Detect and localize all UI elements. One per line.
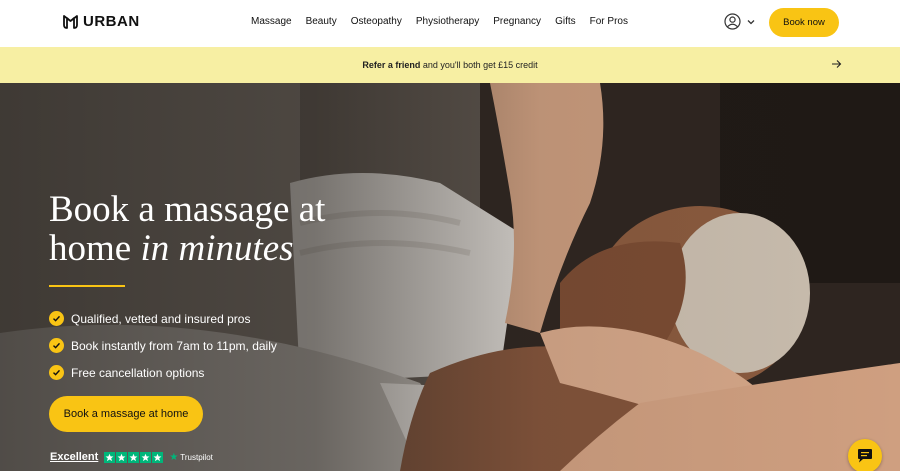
nav-item-beauty[interactable]: Beauty — [306, 16, 337, 27]
check-icon — [49, 311, 64, 326]
trustpilot-rating[interactable]: Excellent ★ Trustpilot — [50, 451, 213, 463]
referral-banner-text: Refer a friend and you'll both get £15 c… — [0, 60, 900, 70]
main-nav: Massage Beauty Osteopathy Physiotherapy … — [251, 16, 628, 27]
nav-item-physiotherapy[interactable]: Physiotherapy — [416, 16, 479, 27]
rating-stars — [104, 451, 164, 463]
trustpilot-text: Trustpilot — [180, 452, 213, 462]
logo-text: URBAN — [83, 13, 140, 30]
site-header: URBAN Massage Beauty Osteopathy Physioth… — [0, 0, 900, 47]
list-item: Free cancellation options — [49, 359, 277, 386]
star-icon — [152, 451, 164, 463]
hero-divider — [49, 285, 125, 287]
nav-item-osteopathy[interactable]: Osteopathy — [351, 16, 402, 27]
feature-list: Qualified, vetted and insured pros Book … — [49, 305, 277, 386]
referral-banner-bold: Refer a friend — [362, 60, 421, 70]
star-icon — [140, 451, 152, 463]
book-massage-button[interactable]: Book a massage at home — [49, 396, 203, 432]
referral-banner-rest: and you'll both get £15 credit — [420, 60, 538, 70]
check-icon — [49, 365, 64, 380]
referral-banner[interactable]: Refer a friend and you'll both get £15 c… — [0, 47, 900, 83]
nav-item-for-pros[interactable]: For Pros — [590, 16, 628, 27]
star-icon — [104, 451, 116, 463]
logo[interactable]: URBAN — [62, 13, 140, 30]
urban-logo-icon — [63, 15, 78, 29]
star-icon — [128, 451, 140, 463]
nav-item-gifts[interactable]: Gifts — [555, 16, 576, 27]
account-menu[interactable] — [724, 13, 755, 30]
feature-text: Free cancellation options — [71, 365, 205, 380]
book-now-button[interactable]: Book now — [769, 8, 839, 37]
nav-item-massage[interactable]: Massage — [251, 16, 292, 27]
chevron-down-icon — [747, 19, 755, 24]
hero-title: Book a massage at home in minutes — [49, 190, 325, 268]
list-item: Book instantly from 7am to 11pm, daily — [49, 332, 277, 359]
hero-title-line-2: home in minutes — [49, 229, 325, 268]
hero-title-italic: in minutes — [140, 228, 294, 269]
trustpilot-logo: ★ Trustpilot — [169, 452, 213, 463]
chat-icon — [858, 449, 872, 463]
check-icon — [49, 338, 64, 353]
hero-title-line-1: Book a massage at — [49, 189, 326, 230]
user-circle-icon — [724, 13, 741, 30]
feature-text: Book instantly from 7am to 11pm, daily — [71, 338, 277, 353]
arrow-right-icon[interactable] — [831, 59, 842, 69]
hero-title-plain: home — [49, 228, 141, 269]
rating-label: Excellent — [50, 451, 99, 463]
trustpilot-star-icon: ★ — [169, 451, 179, 463]
star-icon — [116, 451, 128, 463]
nav-item-pregnancy[interactable]: Pregnancy — [493, 16, 541, 27]
feature-text: Qualified, vetted and insured pros — [71, 311, 251, 326]
chat-button[interactable] — [848, 439, 882, 471]
list-item: Qualified, vetted and insured pros — [49, 305, 277, 332]
hero-section: Book a massage at home in minutes Qualif… — [0, 83, 900, 471]
